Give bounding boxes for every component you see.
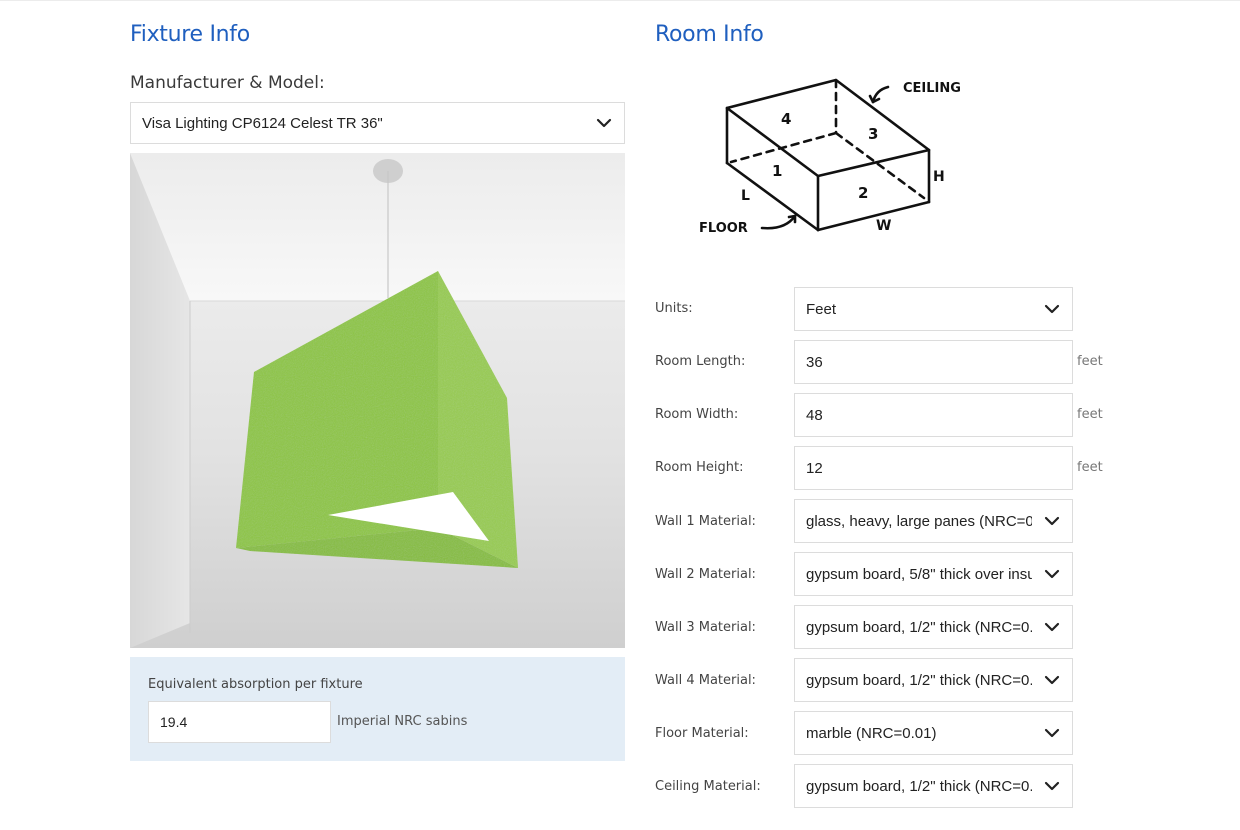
manufacturer-model-select[interactable]: Visa Lighting CP6124 Celest TR 36" [130,102,625,144]
diagram-length-label: L [741,188,750,204]
ceiling-material-label: Ceiling Material: [655,779,761,794]
chevron-down-icon [1032,288,1072,330]
absorption-unit: Imperial NRC sabins [337,714,468,729]
diagram-wall-1: 1 [772,162,782,180]
absorption-panel: Equivalent absorption per fixture 19.4 I… [130,657,625,761]
ceiling-material-value: gypsum board, 1/2" thick (NRC=0.05) [806,777,1032,795]
room-width-label: Room Width: [655,407,739,422]
wall-2-material-select[interactable]: gypsum board, 5/8" thick over insulation [794,552,1073,596]
wall-1-material-select[interactable]: glass, heavy, large panes (NRC=0.05) [794,499,1073,543]
chevron-down-icon [1032,606,1072,648]
ceiling-material-select[interactable]: gypsum board, 1/2" thick (NRC=0.05) [794,764,1073,808]
room-length-unit: feet [1077,354,1103,369]
diagram-floor-label: FLOOR [699,221,748,236]
room-length-input[interactable]: 36 [794,340,1073,384]
diagram-top-face [725,78,931,178]
units-value: Feet [806,300,837,318]
absorption-input[interactable]: 19.4 [148,701,331,743]
chevron-down-icon [1032,659,1072,701]
chevron-down-icon [1032,765,1072,807]
chevron-down-icon [1032,712,1072,754]
absorption-label: Equivalent absorption per fixture [148,677,363,692]
wall-2-material-label: Wall 2 Material: [655,567,756,582]
units-select[interactable]: Feet [794,287,1073,331]
wall-1-material-value: glass, heavy, large panes (NRC=0.05) [806,512,1032,530]
wall-1-material-label: Wall 1 Material: [655,514,756,529]
fixture-info-heading: Fixture Info [130,22,250,47]
room-height-label: Room Height: [655,460,744,475]
wall-3-material-label: Wall 3 Material: [655,620,756,635]
wall-4-material-select[interactable]: gypsum board, 1/2" thick (NRC=0.05) [794,658,1073,702]
top-divider [0,0,1240,1]
room-height-input[interactable]: 12 [794,446,1073,490]
manufacturer-model-label: Manufacturer & Model: [130,73,325,93]
room-height-unit: feet [1077,460,1103,475]
wall-2-material-value: gypsum board, 5/8" thick over insulation [806,565,1032,583]
room-diagram: CEILING FLOOR L W H 1 2 3 4 [690,70,1010,245]
floor-material-select[interactable]: marble (NRC=0.01) [794,711,1073,755]
floor-material-value: marble (NRC=0.01) [806,724,937,742]
wall-3-material-select[interactable]: gypsum board, 1/2" thick (NRC=0.05) [794,605,1073,649]
chevron-down-icon [1032,553,1072,595]
wall-4-material-label: Wall 4 Material: [655,673,756,688]
chevron-down-icon [584,103,624,143]
diagram-width-label: W [876,218,891,234]
diagram-wall-2: 2 [858,184,868,202]
wall-4-material-value: gypsum board, 1/2" thick (NRC=0.05) [806,671,1032,689]
floor-material-label: Floor Material: [655,726,749,741]
manufacturer-model-value: Visa Lighting CP6124 Celest TR 36" [142,114,383,132]
room-length-label: Room Length: [655,354,746,369]
room-width-input[interactable]: 48 [794,393,1073,437]
diagram-height-label: H [933,169,945,185]
chevron-down-icon [1032,500,1072,542]
wall-3-material-value: gypsum board, 1/2" thick (NRC=0.05) [806,618,1032,636]
room-width-unit: feet [1077,407,1103,422]
diagram-wall-3: 3 [868,125,878,143]
room-info-heading: Room Info [655,22,764,47]
units-label: Units: [655,301,693,316]
diagram-wall-4: 4 [781,110,791,128]
fixture-image [130,153,625,648]
diagram-ceiling-label: CEILING [903,81,961,96]
